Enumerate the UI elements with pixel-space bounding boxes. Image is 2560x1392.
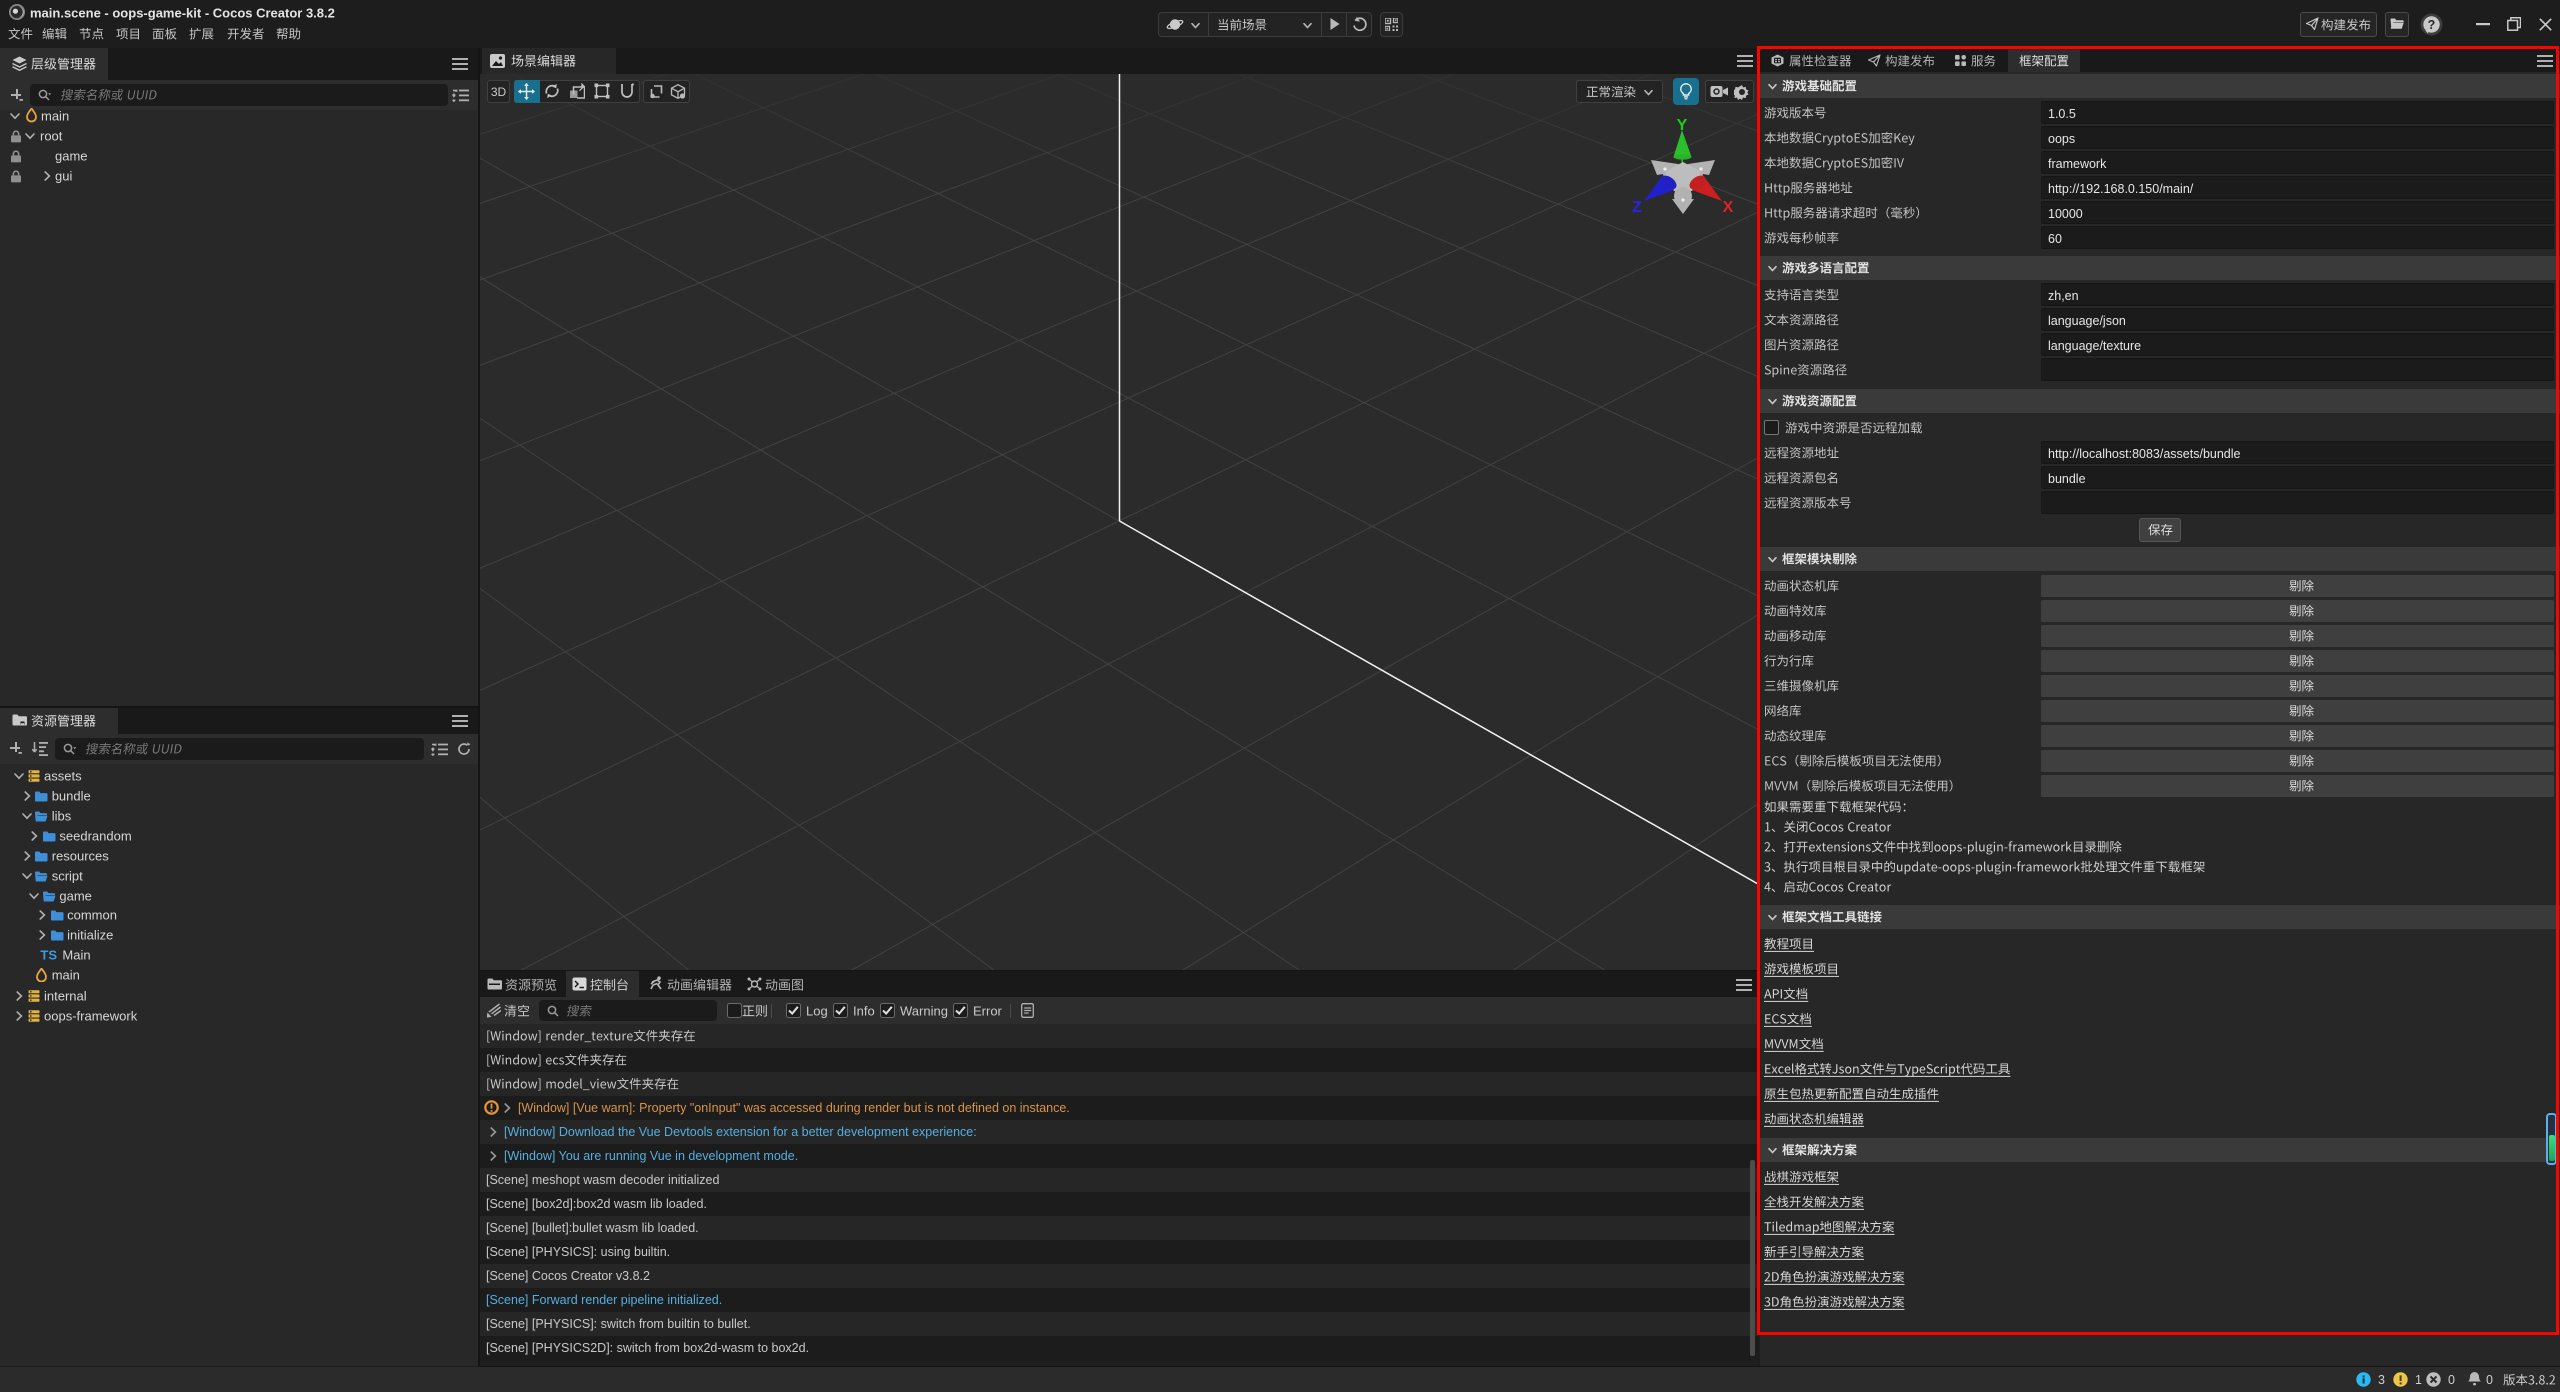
svg-text:?: ? (2428, 18, 2436, 32)
svg-text:Y: Y (1677, 117, 1688, 134)
svg-text:X: X (1723, 199, 1734, 216)
svg-text:Z: Z (1632, 199, 1642, 216)
